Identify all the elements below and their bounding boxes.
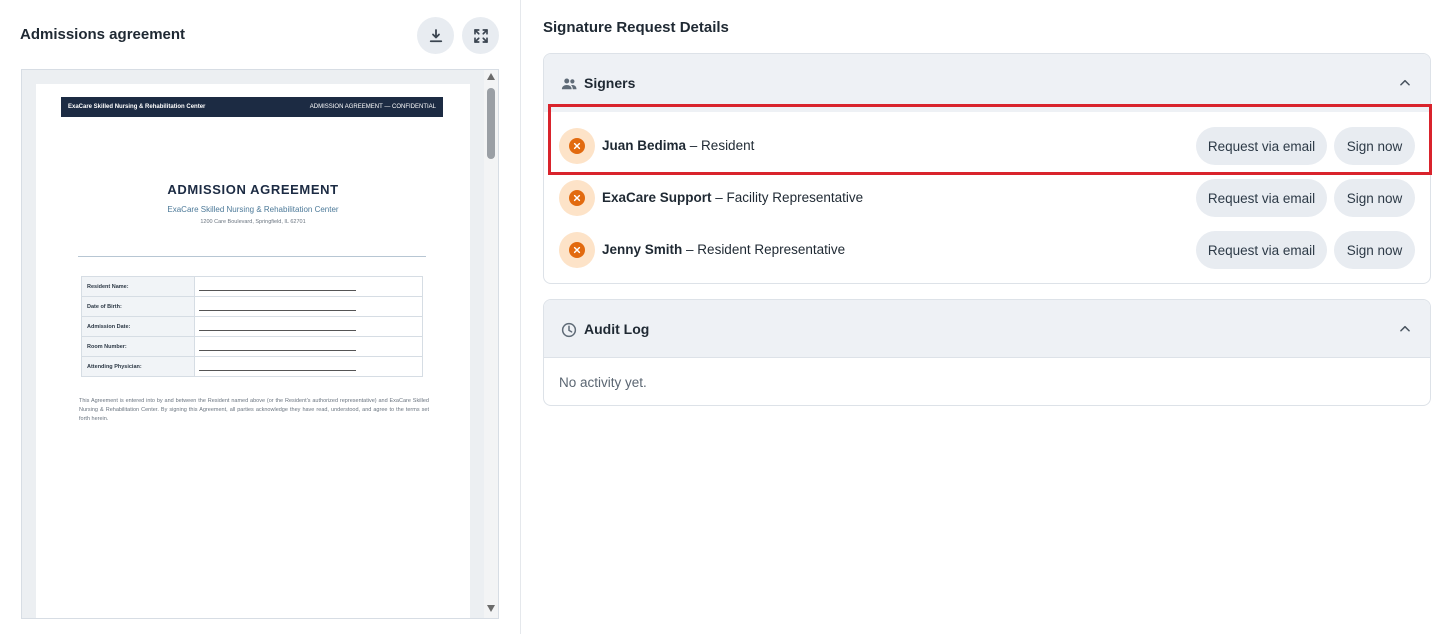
field-blank — [194, 356, 423, 377]
field-label: Attending Physician: — [81, 356, 195, 377]
request-via-email-button[interactable]: Request via email — [1196, 231, 1327, 269]
signers-header[interactable]: Signers — [544, 54, 1430, 112]
field-label: Room Number: — [81, 336, 195, 357]
page-heading: ADMISSION AGREEMENT — [167, 182, 339, 197]
audit-log-title: Audit Log — [584, 321, 650, 337]
document-title: Admissions agreement — [20, 26, 186, 43]
details-title: Signature Request Details — [543, 19, 729, 36]
sign-now-button[interactable]: Sign now — [1334, 127, 1415, 165]
close-circle-icon — [569, 190, 585, 206]
table-row: Room Number: — [81, 336, 423, 357]
page-paragraph: This Agreement is entered into by and be… — [79, 398, 429, 422]
people-icon — [561, 78, 577, 90]
fullscreen-button[interactable] — [462, 17, 499, 54]
audit-empty-text: No activity yet. — [559, 375, 647, 390]
scroll-thumb[interactable] — [487, 88, 495, 159]
field-label: Resident Name: — [81, 276, 195, 297]
page-address: 1200 Care Boulevard, Springfield, IL 627… — [200, 219, 306, 225]
audit-log-card: Audit Log No activity yet. — [543, 299, 1431, 406]
signer-name: ExaCare Support — [602, 190, 712, 205]
status-icon — [559, 232, 595, 268]
close-circle-icon — [569, 138, 585, 154]
field-blank — [194, 276, 423, 297]
sign-now-button[interactable]: Sign now — [1334, 231, 1415, 269]
table-row: Attending Physician: — [81, 356, 423, 377]
download-icon — [429, 28, 442, 42]
table-row: Resident Name: — [81, 276, 423, 297]
resident-info-table: Resident Name: Date of Birth: Admission … — [81, 276, 423, 377]
field-blank — [194, 336, 423, 357]
page-divider — [78, 256, 426, 257]
document-page: ExaCare Skilled Nursing & Rehabilitation… — [36, 84, 470, 618]
fullscreen-icon — [473, 28, 488, 43]
signer-label: Jenny Smith – Resident Representative — [602, 242, 845, 257]
sign-now-button[interactable]: Sign now — [1334, 179, 1415, 217]
chevron-up-icon[interactable] — [1398, 76, 1412, 90]
field-blank — [194, 316, 423, 337]
close-circle-icon — [569, 242, 585, 258]
status-icon — [559, 180, 595, 216]
field-blank — [194, 296, 423, 317]
viewer-scrollbar[interactable] — [484, 70, 498, 618]
page-banner: ExaCare Skilled Nursing & Rehabilitation… — [61, 97, 443, 117]
status-icon — [559, 128, 595, 164]
signer-row-juan-bedima: Juan Bedima – Resident Request via email… — [544, 122, 1430, 170]
scroll-down-arrow-icon[interactable] — [487, 605, 495, 612]
download-button[interactable] — [417, 17, 454, 54]
chevron-up-icon[interactable] — [1398, 322, 1412, 336]
signer-label: Juan Bedima – Resident — [602, 138, 754, 153]
signer-role: – Resident — [689, 138, 755, 153]
table-row: Admission Date: — [81, 316, 423, 337]
document-panel: Admissions agreement ExaCare Skilled Nur… — [0, 0, 521, 634]
signer-name: Jenny Smith — [602, 242, 683, 257]
banner-label: ADMISSION AGREEMENT — CONFIDENTIAL — [309, 104, 436, 110]
signer-row-exacare-support: ExaCare Support – Facility Representativ… — [544, 174, 1430, 222]
clock-icon — [561, 322, 577, 338]
signer-row-jenny-smith: Jenny Smith – Resident Representative Re… — [544, 226, 1430, 274]
banner-facility: ExaCare Skilled Nursing & Rehabilitation… — [68, 104, 206, 110]
signers-card: Signers Juan Bedima – Resident Request v… — [543, 53, 1431, 284]
signer-role: – Facility Representative — [715, 190, 864, 205]
signer-label: ExaCare Support – Facility Representativ… — [602, 190, 863, 205]
field-label: Date of Birth: — [81, 296, 195, 317]
page-subheading: ExaCare Skilled Nursing & Rehabilitation… — [167, 205, 339, 214]
signers-title: Signers — [584, 75, 636, 91]
request-via-email-button[interactable]: Request via email — [1196, 179, 1327, 217]
audit-log-header[interactable]: Audit Log — [544, 300, 1430, 358]
signer-name: Juan Bedima — [602, 138, 687, 153]
table-row: Date of Birth: — [81, 296, 423, 317]
request-via-email-button[interactable]: Request via email — [1196, 127, 1327, 165]
document-viewer[interactable]: ExaCare Skilled Nursing & Rehabilitation… — [21, 69, 499, 619]
signer-role: – Resident Representative — [686, 242, 846, 257]
field-label: Admission Date: — [81, 316, 195, 337]
scroll-up-arrow-icon[interactable] — [487, 73, 495, 80]
